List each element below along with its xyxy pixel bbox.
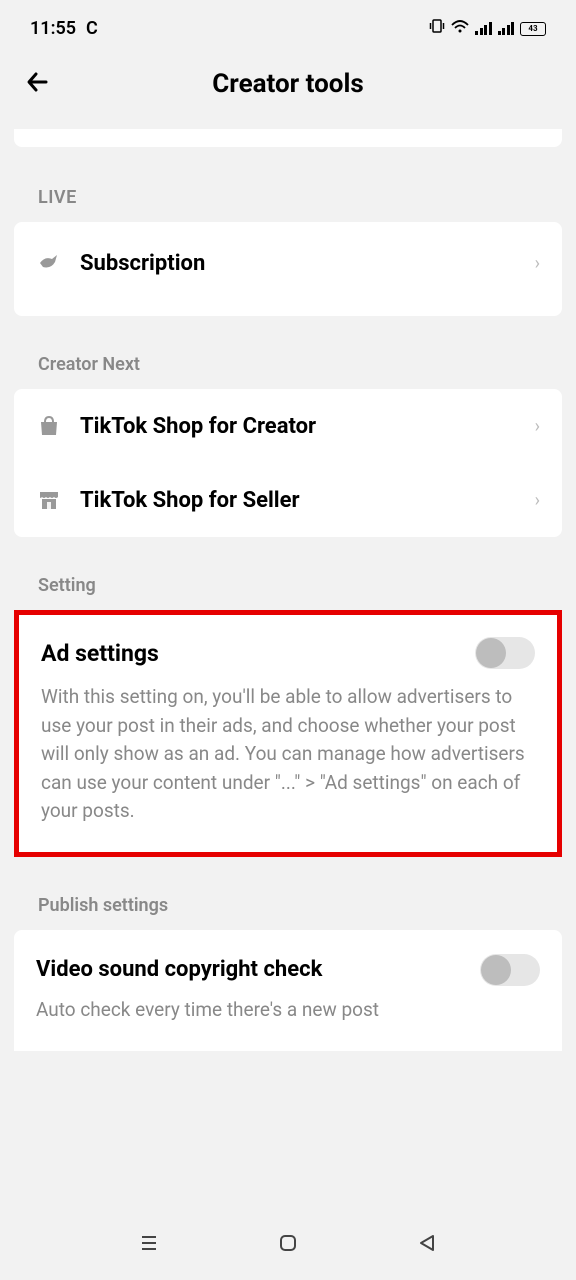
page-header: Creator tools — [0, 49, 576, 129]
shop-creator-label: TikTok Shop for Creator — [80, 414, 517, 439]
back-button[interactable] — [24, 67, 54, 102]
video-sound-title: Video sound copyright check — [36, 957, 322, 982]
section-label-creator-next: Creator Next — [0, 344, 576, 389]
system-nav-bar — [0, 1210, 576, 1280]
status-time: 11:55 — [30, 18, 76, 39]
recent-apps-button[interactable] — [138, 1232, 160, 1258]
prev-card-bottom — [14, 129, 562, 147]
wifi-icon — [451, 18, 469, 39]
tiktok-shop-seller-item[interactable]: TikTok Shop for Seller › — [14, 463, 562, 537]
tiktok-shop-creator-item[interactable]: TikTok Shop for Creator › — [14, 389, 562, 463]
section-label-live: LIVE — [0, 177, 576, 222]
home-button[interactable] — [277, 1232, 299, 1258]
section-label-publish: Publish settings — [0, 885, 576, 930]
page-title: Creator tools — [24, 69, 552, 99]
signal-icon-2 — [498, 22, 515, 35]
video-sound-toggle[interactable] — [480, 954, 540, 986]
subscription-icon — [36, 250, 62, 276]
ad-settings-title: Ad settings — [41, 640, 159, 667]
status-icons: 43 — [429, 18, 546, 39]
shop-bag-icon — [36, 413, 62, 439]
ad-settings-card: Ad settings With this setting on, you'll… — [14, 610, 562, 857]
shop-seller-label: TikTok Shop for Seller — [80, 488, 517, 513]
status-indicator: C — [86, 18, 98, 39]
subscription-label: Subscription — [80, 251, 517, 276]
subscription-item[interactable]: Subscription › — [14, 222, 562, 316]
battery-icon: 43 — [520, 22, 546, 36]
chevron-right-icon: › — [535, 253, 540, 274]
back-nav-button[interactable] — [416, 1232, 438, 1258]
status-bar: 11:55 C 43 — [0, 0, 576, 49]
video-sound-description: Auto check every time there's a new post — [36, 998, 540, 1021]
ad-settings-description: With this setting on, you'll be able to … — [41, 683, 535, 826]
chevron-right-icon: › — [535, 490, 540, 511]
section-label-setting: Setting — [0, 565, 576, 610]
toggle-knob — [476, 638, 506, 668]
ad-settings-toggle[interactable] — [475, 637, 535, 669]
signal-icon-1 — [475, 22, 492, 35]
shop-store-icon — [36, 487, 62, 513]
vibrate-icon — [429, 18, 445, 39]
video-sound-card: Video sound copyright check Auto check e… — [14, 930, 562, 1051]
toggle-knob — [481, 955, 511, 985]
chevron-right-icon: › — [535, 416, 540, 437]
